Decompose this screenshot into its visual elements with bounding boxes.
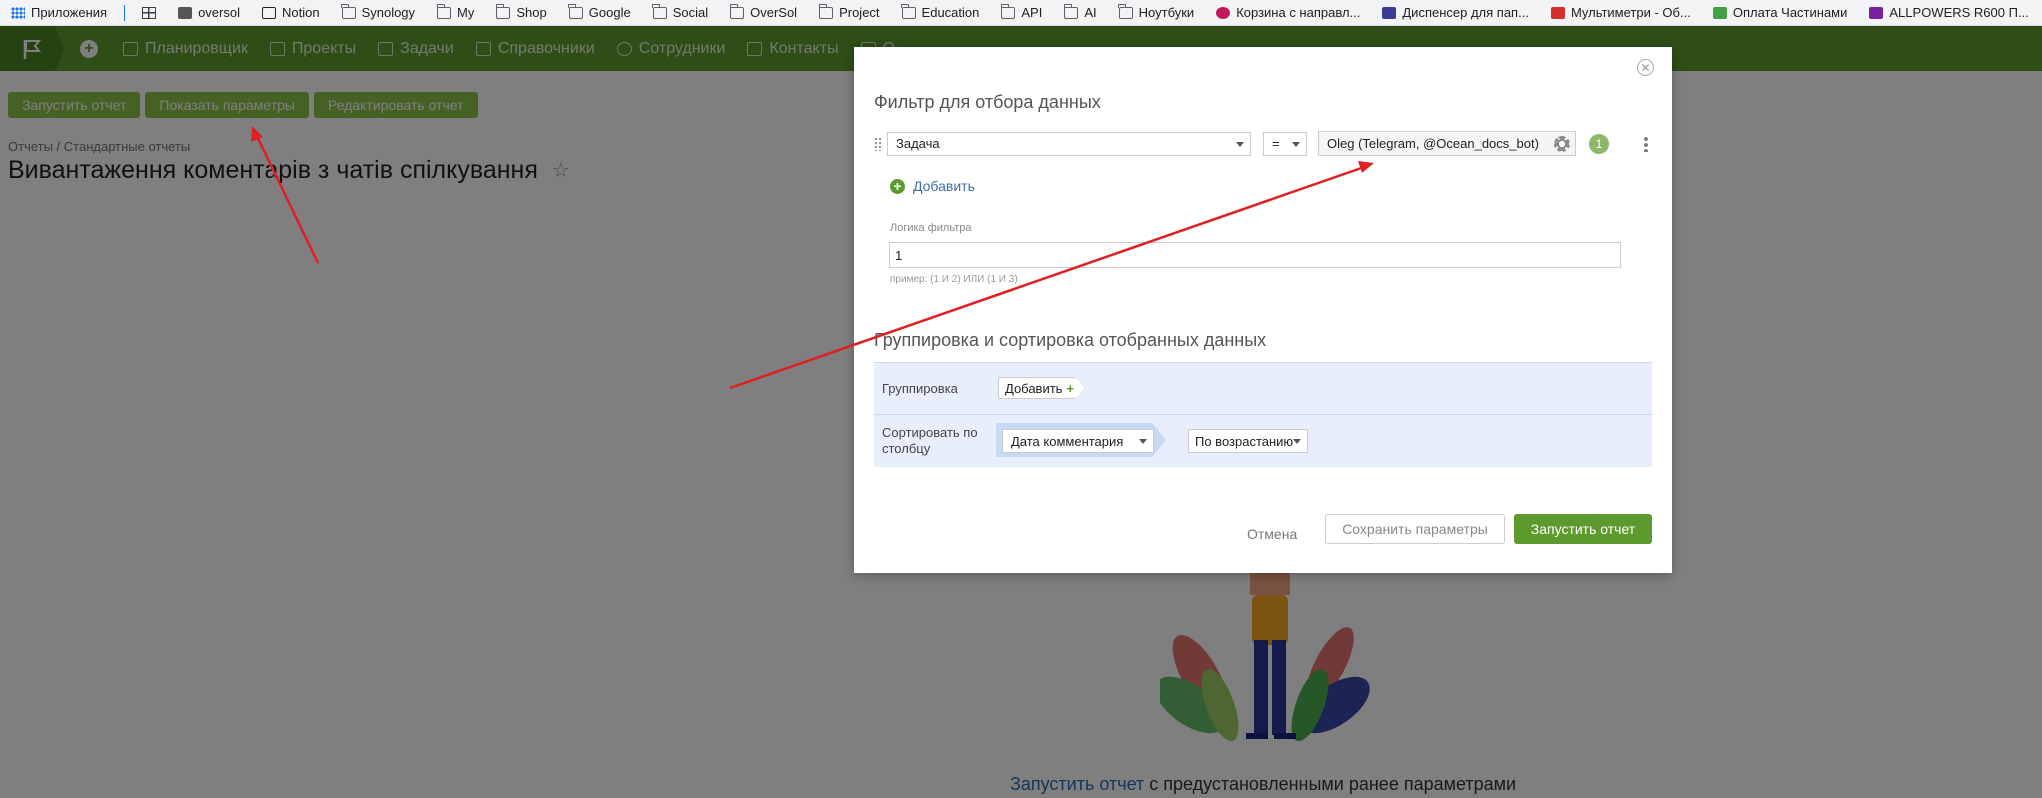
add-grouping-button[interactable]: Добавить +: [998, 377, 1086, 399]
folder-icon: [1000, 3, 1016, 19]
bookmark-folder-project[interactable]: Project: [808, 0, 890, 25]
filter-logic-hint: пример: (1 И 2) ИЛИ (1 И 3): [890, 274, 1018, 285]
bookmark-payment[interactable]: Оплата Частинами: [1702, 0, 1859, 25]
bookmarks-bar: Приложения oversol Notion Synology My Sh…: [0, 0, 2042, 26]
site-icon: [1712, 6, 1727, 19]
filter-index-badge: 1: [1589, 133, 1609, 154]
bookmark-folder-synology[interactable]: Synology: [331, 0, 426, 25]
filter-value-field[interactable]: Oleg (Telegram, @Ocean_docs_bot): [1318, 131, 1576, 156]
close-icon[interactable]: ✕: [1637, 59, 1654, 76]
bookmark-folder-education[interactable]: Education: [891, 0, 991, 25]
filter-condition-row: Задача = Oleg (Telegram, @Ocean_docs_bot…: [874, 131, 1648, 156]
bookmark-folder-oversol[interactable]: OverSol: [719, 0, 808, 25]
site-icon: [1216, 6, 1231, 19]
save-parameters-button[interactable]: Сохранить параметры: [1325, 514, 1505, 544]
folder-icon: [568, 3, 583, 19]
bookmark-basket[interactable]: Корзина с направл...: [1205, 0, 1371, 25]
filter-operator-select[interactable]: =: [1263, 131, 1307, 156]
report-parameters-dialog: ✕ Фильтр для отбора данных Задача = Oleg…: [854, 47, 1672, 573]
folder-icon: [495, 3, 511, 19]
sorting-row: Сортировать по столбцу Дата комментария …: [874, 414, 1652, 467]
sort-by-label: Сортировать по столбцу: [882, 425, 978, 456]
bookmarks-separator: [124, 4, 126, 21]
site-icon: [1382, 6, 1397, 19]
folder-icon: [729, 3, 745, 19]
grouping-label: Группировка: [882, 381, 958, 396]
site-icon: [178, 6, 193, 19]
folder-icon: [1118, 3, 1133, 19]
bookmark-oversol[interactable]: oversol: [167, 0, 251, 25]
folder-icon: [818, 3, 834, 19]
chevron-down-icon: [1139, 439, 1147, 444]
gear-icon[interactable]: [1554, 136, 1570, 152]
plus-icon: +: [1066, 380, 1075, 396]
apps-icon: [11, 6, 25, 19]
drag-handle-icon[interactable]: [874, 136, 882, 151]
sort-order-select[interactable]: По возрастанию: [1188, 429, 1308, 453]
bookmark-folder-social[interactable]: Social: [642, 0, 719, 25]
more-options-icon[interactable]: [1644, 135, 1648, 152]
grouping-sorting-panel: Группировка Добавить + Сортировать по ст…: [874, 362, 1652, 467]
notion-icon: [261, 6, 276, 19]
chevron-down-icon: [1292, 141, 1300, 147]
site-icon: [1869, 6, 1884, 19]
sort-field-select[interactable]: Дата комментария: [1002, 429, 1154, 453]
bookmark-apps[interactable]: Приложения: [0, 0, 118, 25]
chevron-down-icon: [1236, 141, 1244, 147]
run-report-dialog-button[interactable]: Запустить отчет: [1514, 514, 1652, 544]
filter-logic-input[interactable]: 1: [889, 242, 1621, 268]
filter-section-title: Фильтр для отбора данных: [874, 92, 1101, 112]
chevron-down-icon: [1293, 439, 1301, 444]
bookmark-notion[interactable]: Notion: [251, 0, 331, 25]
folder-icon: [652, 3, 667, 19]
folder-icon: [436, 3, 452, 19]
grouping-section-title: Группировка и сортировка отобранных данн…: [874, 330, 1267, 350]
folder-icon: [341, 3, 356, 19]
cancel-button[interactable]: Отмена: [1247, 526, 1297, 542]
grouping-row: Группировка Добавить +: [874, 362, 1652, 414]
bookmark-folder-shop[interactable]: Shop: [485, 0, 557, 25]
bookmark-grid[interactable]: [131, 0, 167, 25]
bookmark-folder-google[interactable]: Google: [558, 0, 642, 25]
filter-field-select[interactable]: Задача: [887, 131, 1251, 156]
add-filter-button[interactable]: + Добавить: [890, 178, 975, 194]
bookmark-dispenser[interactable]: Диспенсер для пап...: [1371, 0, 1540, 25]
folder-icon: [901, 3, 916, 19]
bookmark-folder-api[interactable]: API: [990, 0, 1053, 25]
bookmark-allpowers[interactable]: ALLPOWERS R600 П...: [1858, 0, 2039, 25]
filter-logic-label: Логика фильтра: [890, 222, 972, 234]
folder-icon: [1063, 3, 1079, 19]
bookmark-folder-ai[interactable]: AI: [1053, 0, 1107, 25]
grid-icon: [142, 6, 157, 19]
bookmark-folder-notebooks[interactable]: Ноутбуки: [1108, 0, 1206, 25]
plus-icon: +: [890, 178, 905, 194]
site-icon: [1550, 6, 1565, 19]
bookmark-multimeters[interactable]: Мультиметри - Об...: [1540, 0, 1702, 25]
bookmark-folder-my[interactable]: My: [426, 0, 485, 25]
